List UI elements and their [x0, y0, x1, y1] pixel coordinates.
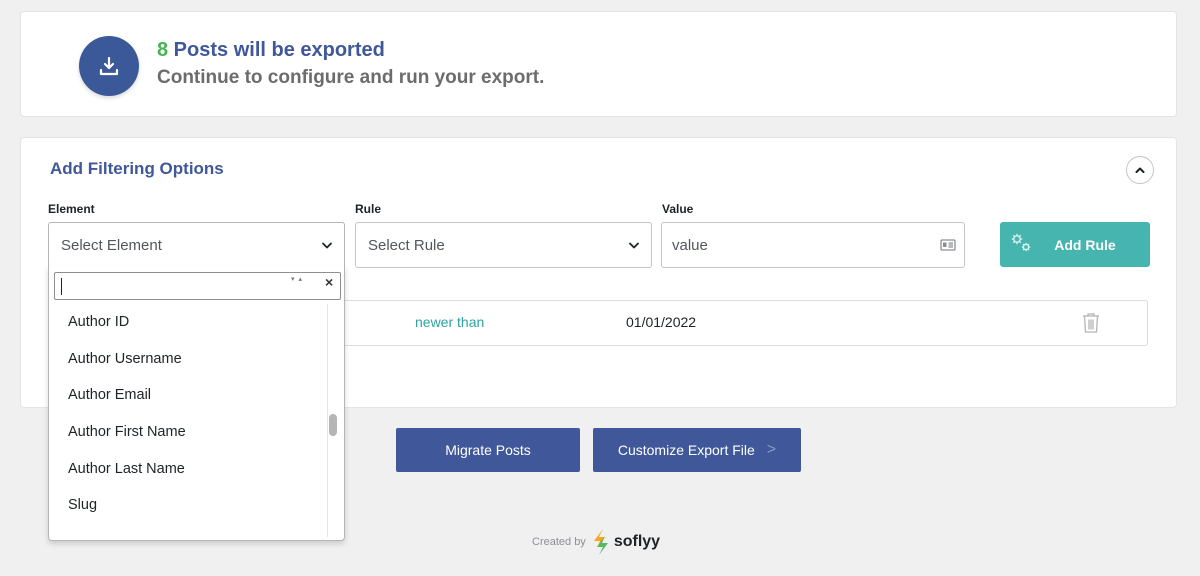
export-count-headline: 8 Posts will be exported	[157, 39, 385, 62]
value-input[interactable]: value	[661, 222, 965, 268]
dropdown-option[interactable]: Author Username	[49, 341, 327, 378]
add-rule-button[interactable]: Add Rule	[1000, 222, 1150, 267]
dropdown-scrollbar-thumb[interactable]	[329, 414, 337, 436]
dropdown-options-list: Author ID Author Username Author Email A…	[49, 304, 327, 524]
chevron-right-icon: >	[766, 441, 777, 458]
trash-icon[interactable]	[1082, 312, 1100, 334]
customize-export-file-button[interactable]: Customize Export File >	[593, 428, 801, 472]
chevron-up-icon	[1135, 167, 1145, 173]
post-count: 8	[157, 39, 169, 61]
soflyy-logo	[593, 529, 608, 555]
export-summary-card: 8 Posts will be exported Continue to con…	[20, 11, 1177, 117]
rule-select-value: Select Rule	[368, 236, 445, 254]
dropdown-option[interactable]: Author ID	[49, 304, 327, 341]
id-card-icon	[940, 239, 956, 251]
dropdown-search-input[interactable]: ▾▴ ×	[54, 272, 341, 300]
element-label: Element	[48, 202, 95, 216]
value-input-placeholder: value	[672, 236, 708, 254]
dropdown-option[interactable]: Slug	[49, 487, 327, 524]
add-rule-label: Add Rule	[1054, 236, 1116, 253]
element-dropdown-menu: ▾▴ × Author ID Author Username Author Em…	[48, 266, 345, 541]
dropdown-option[interactable]: Author First Name	[49, 414, 327, 451]
sort-arrows-icon: ▾▴	[291, 276, 307, 283]
element-select[interactable]: Select Element	[48, 222, 345, 268]
dropdown-option[interactable]: Author Email	[49, 377, 327, 414]
chevron-down-icon	[322, 242, 332, 249]
created-by-text: Created by	[532, 536, 586, 548]
element-select-value: Select Element	[61, 236, 162, 254]
filter-section-title: Add Filtering Options	[50, 159, 224, 178]
rule-value: 01/01/2022	[626, 314, 697, 330]
chevron-down-icon	[629, 242, 639, 249]
download-tray-icon	[79, 36, 139, 96]
headline-text: Posts will be exported	[168, 39, 385, 61]
clear-search-icon[interactable]: ×	[325, 274, 333, 290]
dropdown-option[interactable]: Author Last Name	[49, 450, 327, 487]
rule-label: Rule	[355, 202, 382, 216]
dropdown-scrollbar-track[interactable]	[327, 304, 328, 537]
export-subtitle: Continue to configure and run your expor…	[157, 67, 545, 88]
gears-icon	[1011, 233, 1031, 252]
migrate-posts-label: Migrate Posts	[445, 442, 531, 458]
customize-export-label: Customize Export File	[617, 442, 755, 458]
migrate-posts-button[interactable]: Migrate Posts	[396, 428, 580, 472]
rule-select[interactable]: Select Rule	[355, 222, 652, 268]
collapse-button[interactable]	[1126, 156, 1154, 184]
rule-condition: newer than	[415, 314, 485, 330]
value-label: Value	[662, 202, 694, 216]
brand-name: soflyy	[613, 533, 661, 550]
footer-credit: Created by soflyy	[532, 528, 660, 556]
text-cursor	[61, 278, 62, 295]
